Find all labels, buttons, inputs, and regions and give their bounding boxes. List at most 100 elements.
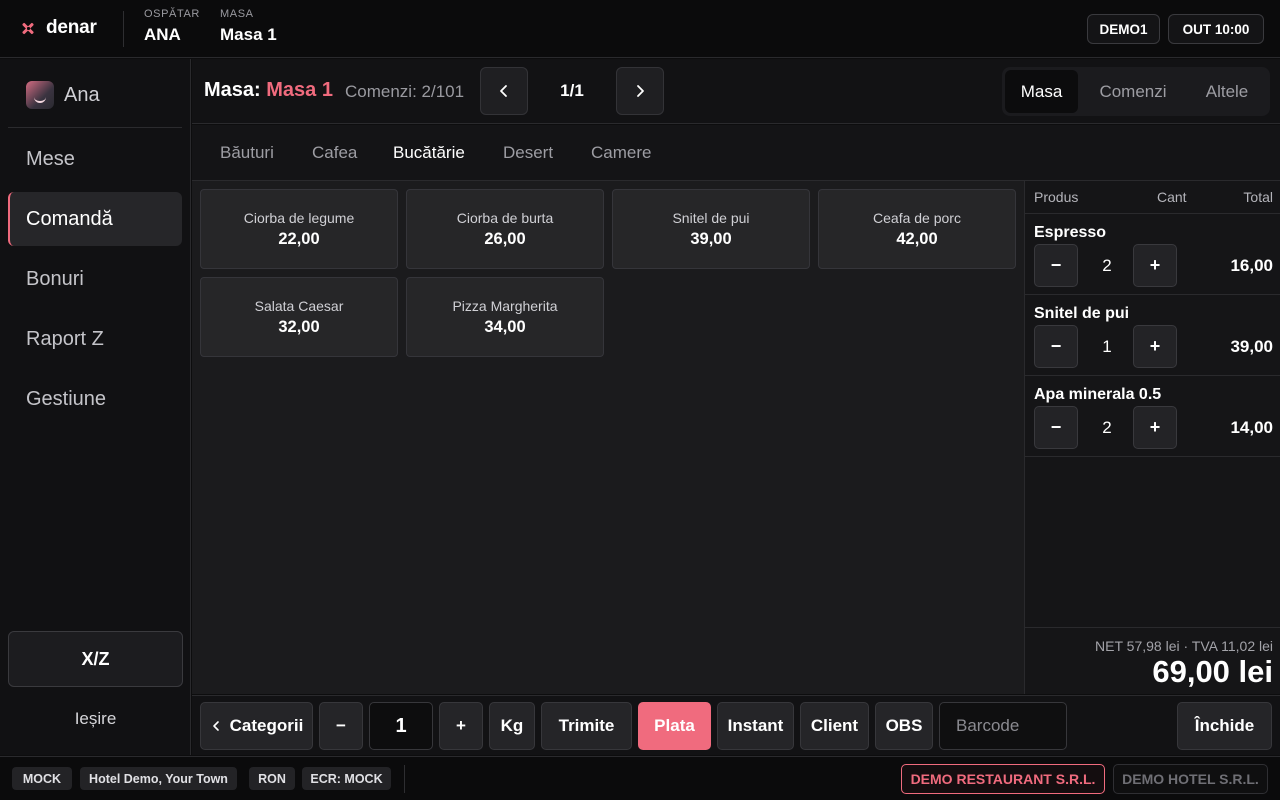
decrease-quantity-button[interactable]: − — [319, 702, 363, 750]
sidebar-user-name: Ana — [64, 83, 100, 106]
close-button[interactable]: Închide — [1177, 702, 1272, 750]
order-line: Apa minerala 0.5 − 2 + 14,00 — [1025, 376, 1280, 457]
orders-count: Comenzi: 2/101 — [345, 82, 465, 101]
mode-chip: MOCK — [12, 767, 72, 790]
sidebar-user[interactable]: Ana — [26, 81, 100, 109]
sidebar-item-mese[interactable]: Mese — [8, 132, 182, 186]
product-name: Snitel de pui — [672, 209, 750, 226]
product-name: Ceafa de porc — [873, 209, 961, 226]
chevron-left-icon — [212, 721, 219, 731]
category-tab-bauturi[interactable]: Băuturi — [220, 143, 274, 163]
prev-page-button[interactable] — [480, 67, 528, 115]
order-line-total: 16,00 — [1230, 256, 1273, 275]
table-title-value: Masa 1 — [266, 79, 333, 101]
kg-button[interactable]: Kg — [489, 702, 535, 750]
brand-name: denar — [46, 17, 97, 38]
brand-logo: denar — [20, 17, 97, 39]
sidebar-item-bonuri[interactable]: Bonuri — [8, 252, 182, 306]
top-divider — [123, 11, 124, 47]
category-tabs: Băuturi Cafea Bucătărie Desert Camere — [192, 125, 1280, 181]
decrease-qty-button[interactable]: − — [1034, 406, 1078, 449]
product-price: 22,00 — [278, 229, 320, 248]
barcode-input[interactable] — [939, 702, 1067, 750]
xz-report-button[interactable]: X/Z — [8, 631, 183, 687]
company-restaurant-button[interactable]: DEMO RESTAURANT S.R.L. — [901, 764, 1105, 794]
product-tile[interactable]: Ciorba de legume 22,00 — [200, 189, 398, 269]
increase-quantity-button[interactable]: + — [439, 702, 483, 750]
order-line: Espresso − 2 + 16,00 — [1025, 214, 1280, 295]
increase-qty-button[interactable]: + — [1133, 325, 1177, 368]
table-title: Masa: Masa 1 — [204, 79, 333, 102]
sidebar-item-raport-z[interactable]: Raport Z — [8, 312, 182, 366]
order-totals: NET 57,98 lei · TVA 11,02 lei 69,00 lei — [1025, 627, 1280, 694]
table-info: MASA Masa 1 — [220, 8, 277, 45]
product-price: 39,00 — [690, 229, 732, 248]
column-total: Total — [1243, 189, 1273, 205]
table-title-prefix: Masa: — [204, 79, 261, 101]
obs-button[interactable]: OBS — [875, 702, 933, 750]
tab-comenzi[interactable]: Comenzi — [1078, 70, 1188, 113]
order-line-qty: 2 — [1102, 256, 1112, 275]
clock-out-chip[interactable]: OUT 10:00 — [1168, 14, 1264, 44]
order-line-qty: 2 — [1102, 418, 1112, 437]
table-label: MASA — [220, 8, 254, 20]
exit-button[interactable]: Ieșire — [8, 701, 183, 737]
product-name: Ciorba de legume — [243, 209, 355, 226]
sidebar-divider — [8, 127, 182, 128]
instant-button[interactable]: Instant — [717, 702, 794, 750]
client-button[interactable]: Client — [800, 702, 869, 750]
product-tile[interactable]: Ceafa de porc 42,00 — [818, 189, 1016, 269]
avatar — [26, 81, 54, 109]
product-price: 42,00 — [896, 229, 938, 248]
page-indicator: 1/1 — [560, 81, 584, 100]
send-button[interactable]: Trimite — [541, 702, 632, 750]
increase-qty-button[interactable]: + — [1133, 244, 1177, 287]
product-tile[interactable]: Snitel de pui 39,00 — [612, 189, 810, 269]
status-footer: MOCK Hotel Demo, Your Town RON ECR: MOCK… — [0, 756, 1280, 800]
order-line-total: 14,00 — [1230, 418, 1273, 437]
sidebar-item-comanda[interactable]: Comandă — [8, 192, 182, 246]
category-tab-bucatarie[interactable]: Bucătărie — [393, 143, 465, 163]
category-tab-desert[interactable]: Desert — [503, 143, 553, 163]
grand-total: 69,00 lei — [1152, 654, 1273, 689]
product-tile[interactable]: Ciorba de burta 26,00 — [406, 189, 604, 269]
user-chip[interactable]: DEMO1 — [1087, 14, 1160, 44]
product-price: 34,00 — [484, 317, 526, 336]
category-tab-cafea[interactable]: Cafea — [312, 143, 357, 163]
product-price: 32,00 — [278, 317, 320, 336]
order-line-total: 39,00 — [1230, 337, 1273, 356]
sidebar: Ana Mese Comandă Bonuri Raport Z Gestiun… — [0, 59, 191, 755]
pay-button[interactable]: Plata — [638, 702, 711, 750]
waiter-label: OSPĂTAR — [144, 8, 200, 20]
categories-button-label: Categorii — [229, 716, 304, 735]
decrease-qty-button[interactable]: − — [1034, 325, 1078, 368]
ecr-chip: ECR: MOCK — [302, 767, 391, 790]
order-line-name: Espresso — [1034, 224, 1107, 241]
order-line-qty: 1 — [1102, 337, 1112, 356]
increase-qty-button[interactable]: + — [1133, 406, 1177, 449]
categories-button[interactable]: Categorii — [200, 702, 313, 750]
product-tile[interactable]: Salata Caesar 32,00 — [200, 277, 398, 357]
quantity-field[interactable]: 1 — [369, 702, 433, 750]
location-chip: Hotel Demo, Your Town — [80, 767, 237, 790]
waiter-value: ANA — [144, 25, 181, 44]
currency-chip: RON — [249, 767, 295, 790]
company-hotel-button[interactable]: DEMO HOTEL S.R.L. — [1113, 764, 1268, 794]
chevron-right-icon — [637, 85, 644, 97]
column-product: Produs — [1034, 189, 1079, 205]
next-page-button[interactable] — [616, 67, 664, 115]
order-line-name: Apa minerala 0.5 — [1034, 386, 1162, 403]
decrease-qty-button[interactable]: − — [1034, 244, 1078, 287]
tab-masa[interactable]: Masa — [1005, 70, 1078, 113]
sidebar-item-gestiune[interactable]: Gestiune — [8, 372, 182, 426]
products-grid: Ciorba de legume 22,00 Ciorba de burta 2… — [192, 181, 1024, 694]
footer-divider — [404, 765, 405, 793]
column-qty: Cant — [1157, 189, 1187, 205]
top-bar: denar OSPĂTAR ANA MASA Masa 1 DEMO1 OUT … — [0, 0, 1280, 58]
product-price: 26,00 — [484, 229, 526, 248]
product-tile[interactable]: Pizza Margherita 34,00 — [406, 277, 604, 357]
waiter-info: OSPĂTAR ANA — [144, 8, 200, 45]
table-value: Masa 1 — [220, 25, 277, 44]
category-tab-camere[interactable]: Camere — [591, 143, 651, 163]
tab-altele[interactable]: Altele — [1188, 70, 1266, 113]
